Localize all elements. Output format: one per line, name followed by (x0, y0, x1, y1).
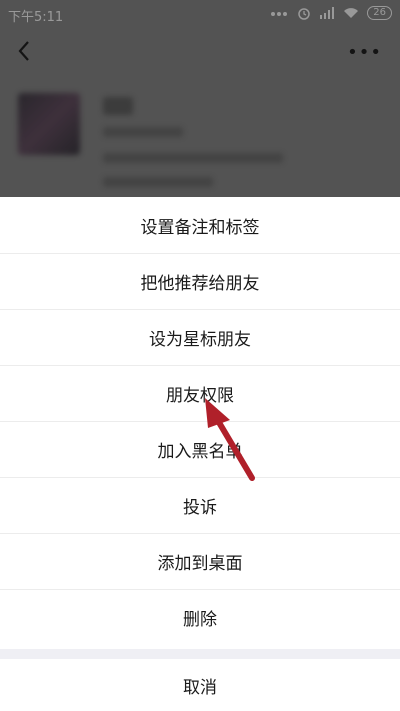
cancel-button[interactable]: 取消 (0, 659, 400, 711)
menu-item-set-remark[interactable]: 设置备注和标签 (0, 197, 400, 254)
menu-item-blacklist[interactable]: 加入黑名单 (0, 421, 400, 478)
menu-item-add-to-desktop[interactable]: 添加到桌面 (0, 533, 400, 590)
menu-item-recommend[interactable]: 把他推荐给朋友 (0, 253, 400, 310)
menu-item-delete[interactable]: 删除 (0, 589, 400, 645)
divider (0, 649, 400, 659)
menu-item-star-friend[interactable]: 设为星标朋友 (0, 309, 400, 366)
menu-item-friend-permissions[interactable]: 朋友权限 (0, 365, 400, 422)
action-sheet: 设置备注和标签 把他推荐给朋友 设为星标朋友 朋友权限 加入黑名单 投诉 添加到… (0, 197, 400, 711)
menu-item-complain[interactable]: 投诉 (0, 477, 400, 534)
